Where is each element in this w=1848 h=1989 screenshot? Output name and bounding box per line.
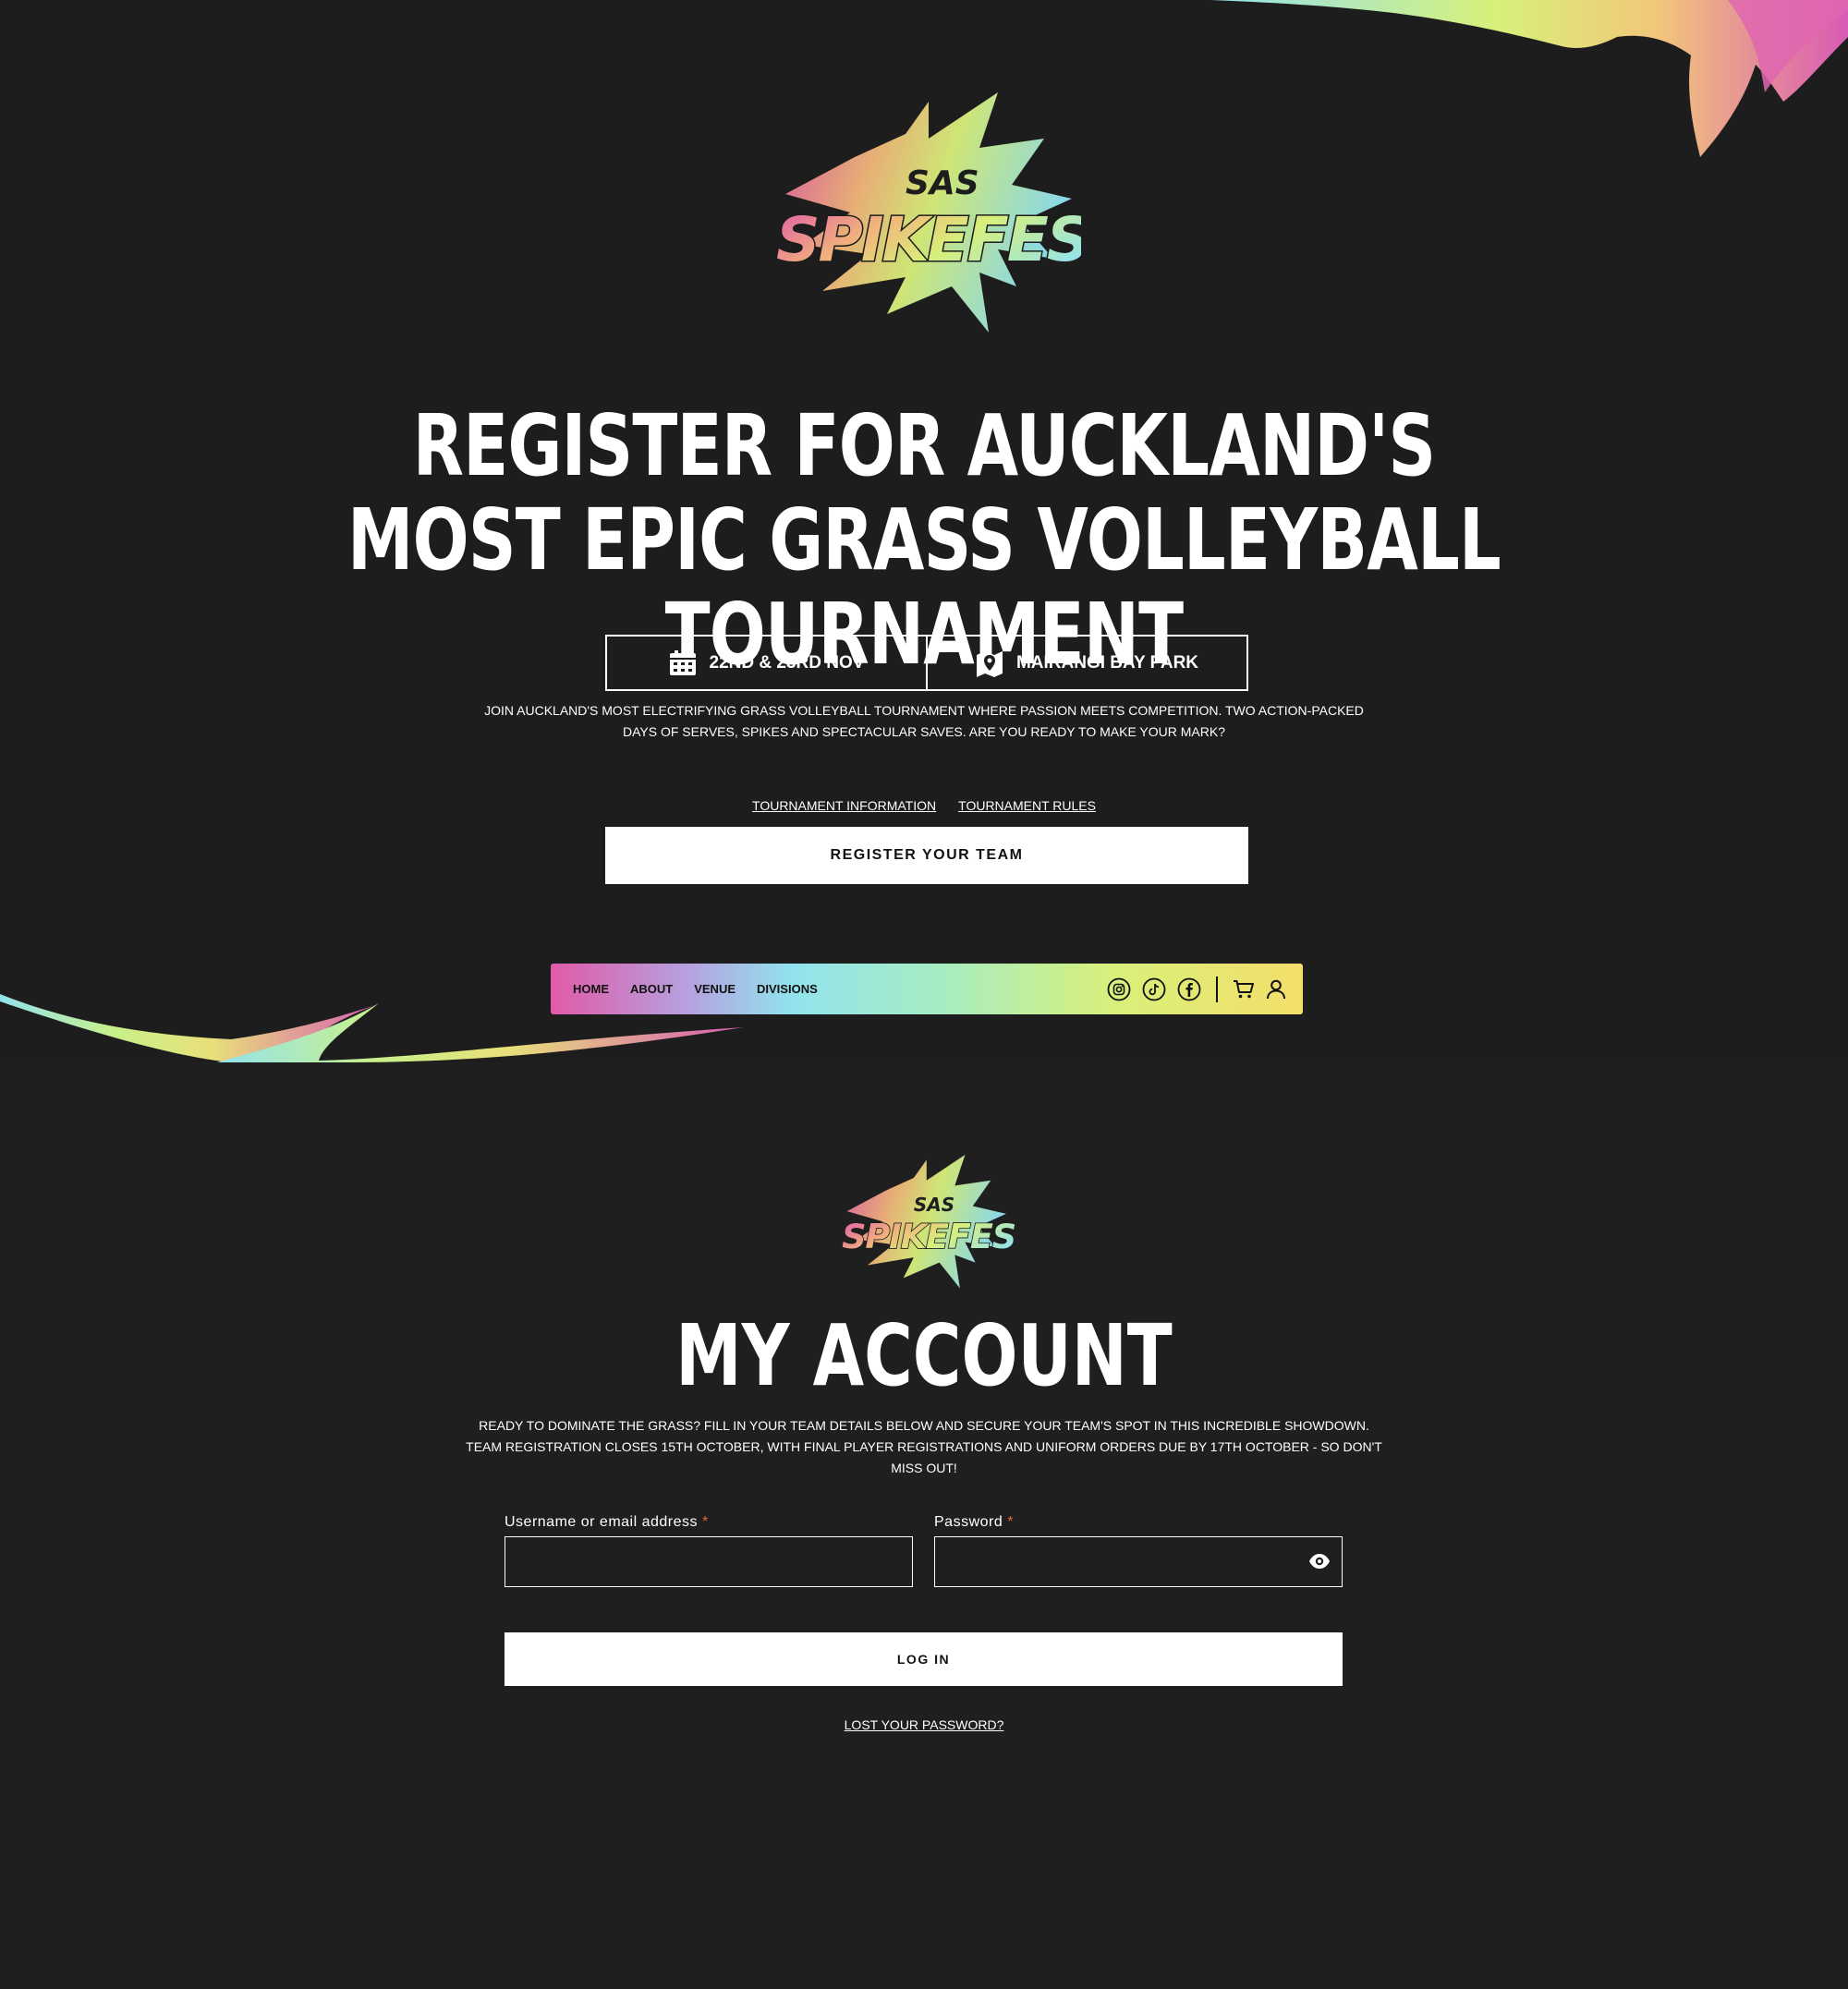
nav-divisions[interactable]: DIVISIONS: [757, 982, 818, 996]
tournament-information-link[interactable]: TOURNAMENT INFORMATION: [752, 798, 936, 813]
cart-icon[interactable]: [1233, 979, 1255, 1000]
password-label-text: Password: [934, 1514, 1003, 1530]
tournament-rules-link[interactable]: TOURNAMENT RULES: [958, 798, 1096, 813]
hero-section: SAS SPIKEFEST Register for Auckland's mo…: [0, 0, 1848, 1062]
username-input[interactable]: [505, 1536, 913, 1587]
logo-spikefest-text: SPIKEFEST: [776, 204, 1081, 275]
logo-spikefest-text: SPIKEFEST: [842, 1217, 1016, 1256]
hero-intro: Join Auckland's most electrifying grass …: [484, 703, 1364, 739]
nav-about[interactable]: ABOUT: [630, 982, 673, 996]
map-pin-icon: [976, 650, 1003, 677]
facebook-icon[interactable]: [1177, 977, 1201, 1001]
username-label: Username or email address *: [505, 1514, 709, 1531]
tiktok-icon[interactable]: [1142, 977, 1166, 1001]
password-label: Password *: [934, 1514, 1014, 1531]
nav-home[interactable]: HOME: [573, 982, 609, 996]
required-mark: *: [701, 1514, 709, 1530]
event-info-box: 22ND & 23RD NOV MAIRANGI BAY PARK: [605, 635, 1248, 691]
logo-sas-text: SAS: [906, 164, 979, 202]
event-venue-text: MAIRANGI BAY PARK: [1015, 652, 1199, 673]
password-input[interactable]: [934, 1536, 1343, 1587]
required-mark: *: [1007, 1514, 1014, 1530]
calendar-icon: [669, 649, 696, 675]
spikefest-logo-small: SAS SPIKEFEST: [841, 1155, 1016, 1289]
account-title: My Account: [675, 1306, 1173, 1405]
event-date-text: 22ND & 23RD NOV: [709, 652, 865, 673]
nav-separator: [1216, 976, 1218, 1002]
account-intro: Ready to dominate the grass? Fill in you…: [466, 1418, 1382, 1475]
top-right-swoosh: [1210, 0, 1848, 157]
username-label-text: Username or email address: [505, 1514, 699, 1530]
logo-sas-text: SAS: [914, 1194, 954, 1216]
show-password-eye-icon[interactable]: [1308, 1552, 1331, 1571]
login-button[interactable]: LOG IN: [505, 1632, 1343, 1686]
main-navbar: HOME ABOUT VENUE DIVISIONS: [551, 964, 1303, 1014]
info-links: TOURNAMENT INFORMATION TOURNAMENT RULES: [554, 798, 1294, 813]
register-team-button[interactable]: REGISTER YOUR TEAM: [605, 827, 1248, 884]
nav-venue[interactable]: VENUE: [694, 982, 736, 996]
lost-password-link[interactable]: Lost your password?: [739, 1717, 1109, 1732]
event-date: 22ND & 23RD NOV: [607, 637, 926, 689]
event-venue: MAIRANGI BAY PARK: [926, 637, 1246, 689]
instagram-icon[interactable]: [1107, 977, 1131, 1001]
nav-icons: [1107, 976, 1303, 1002]
spikefest-logo: SAS SPIKEFEST: [775, 92, 1081, 333]
user-icon[interactable]: [1266, 979, 1286, 1000]
